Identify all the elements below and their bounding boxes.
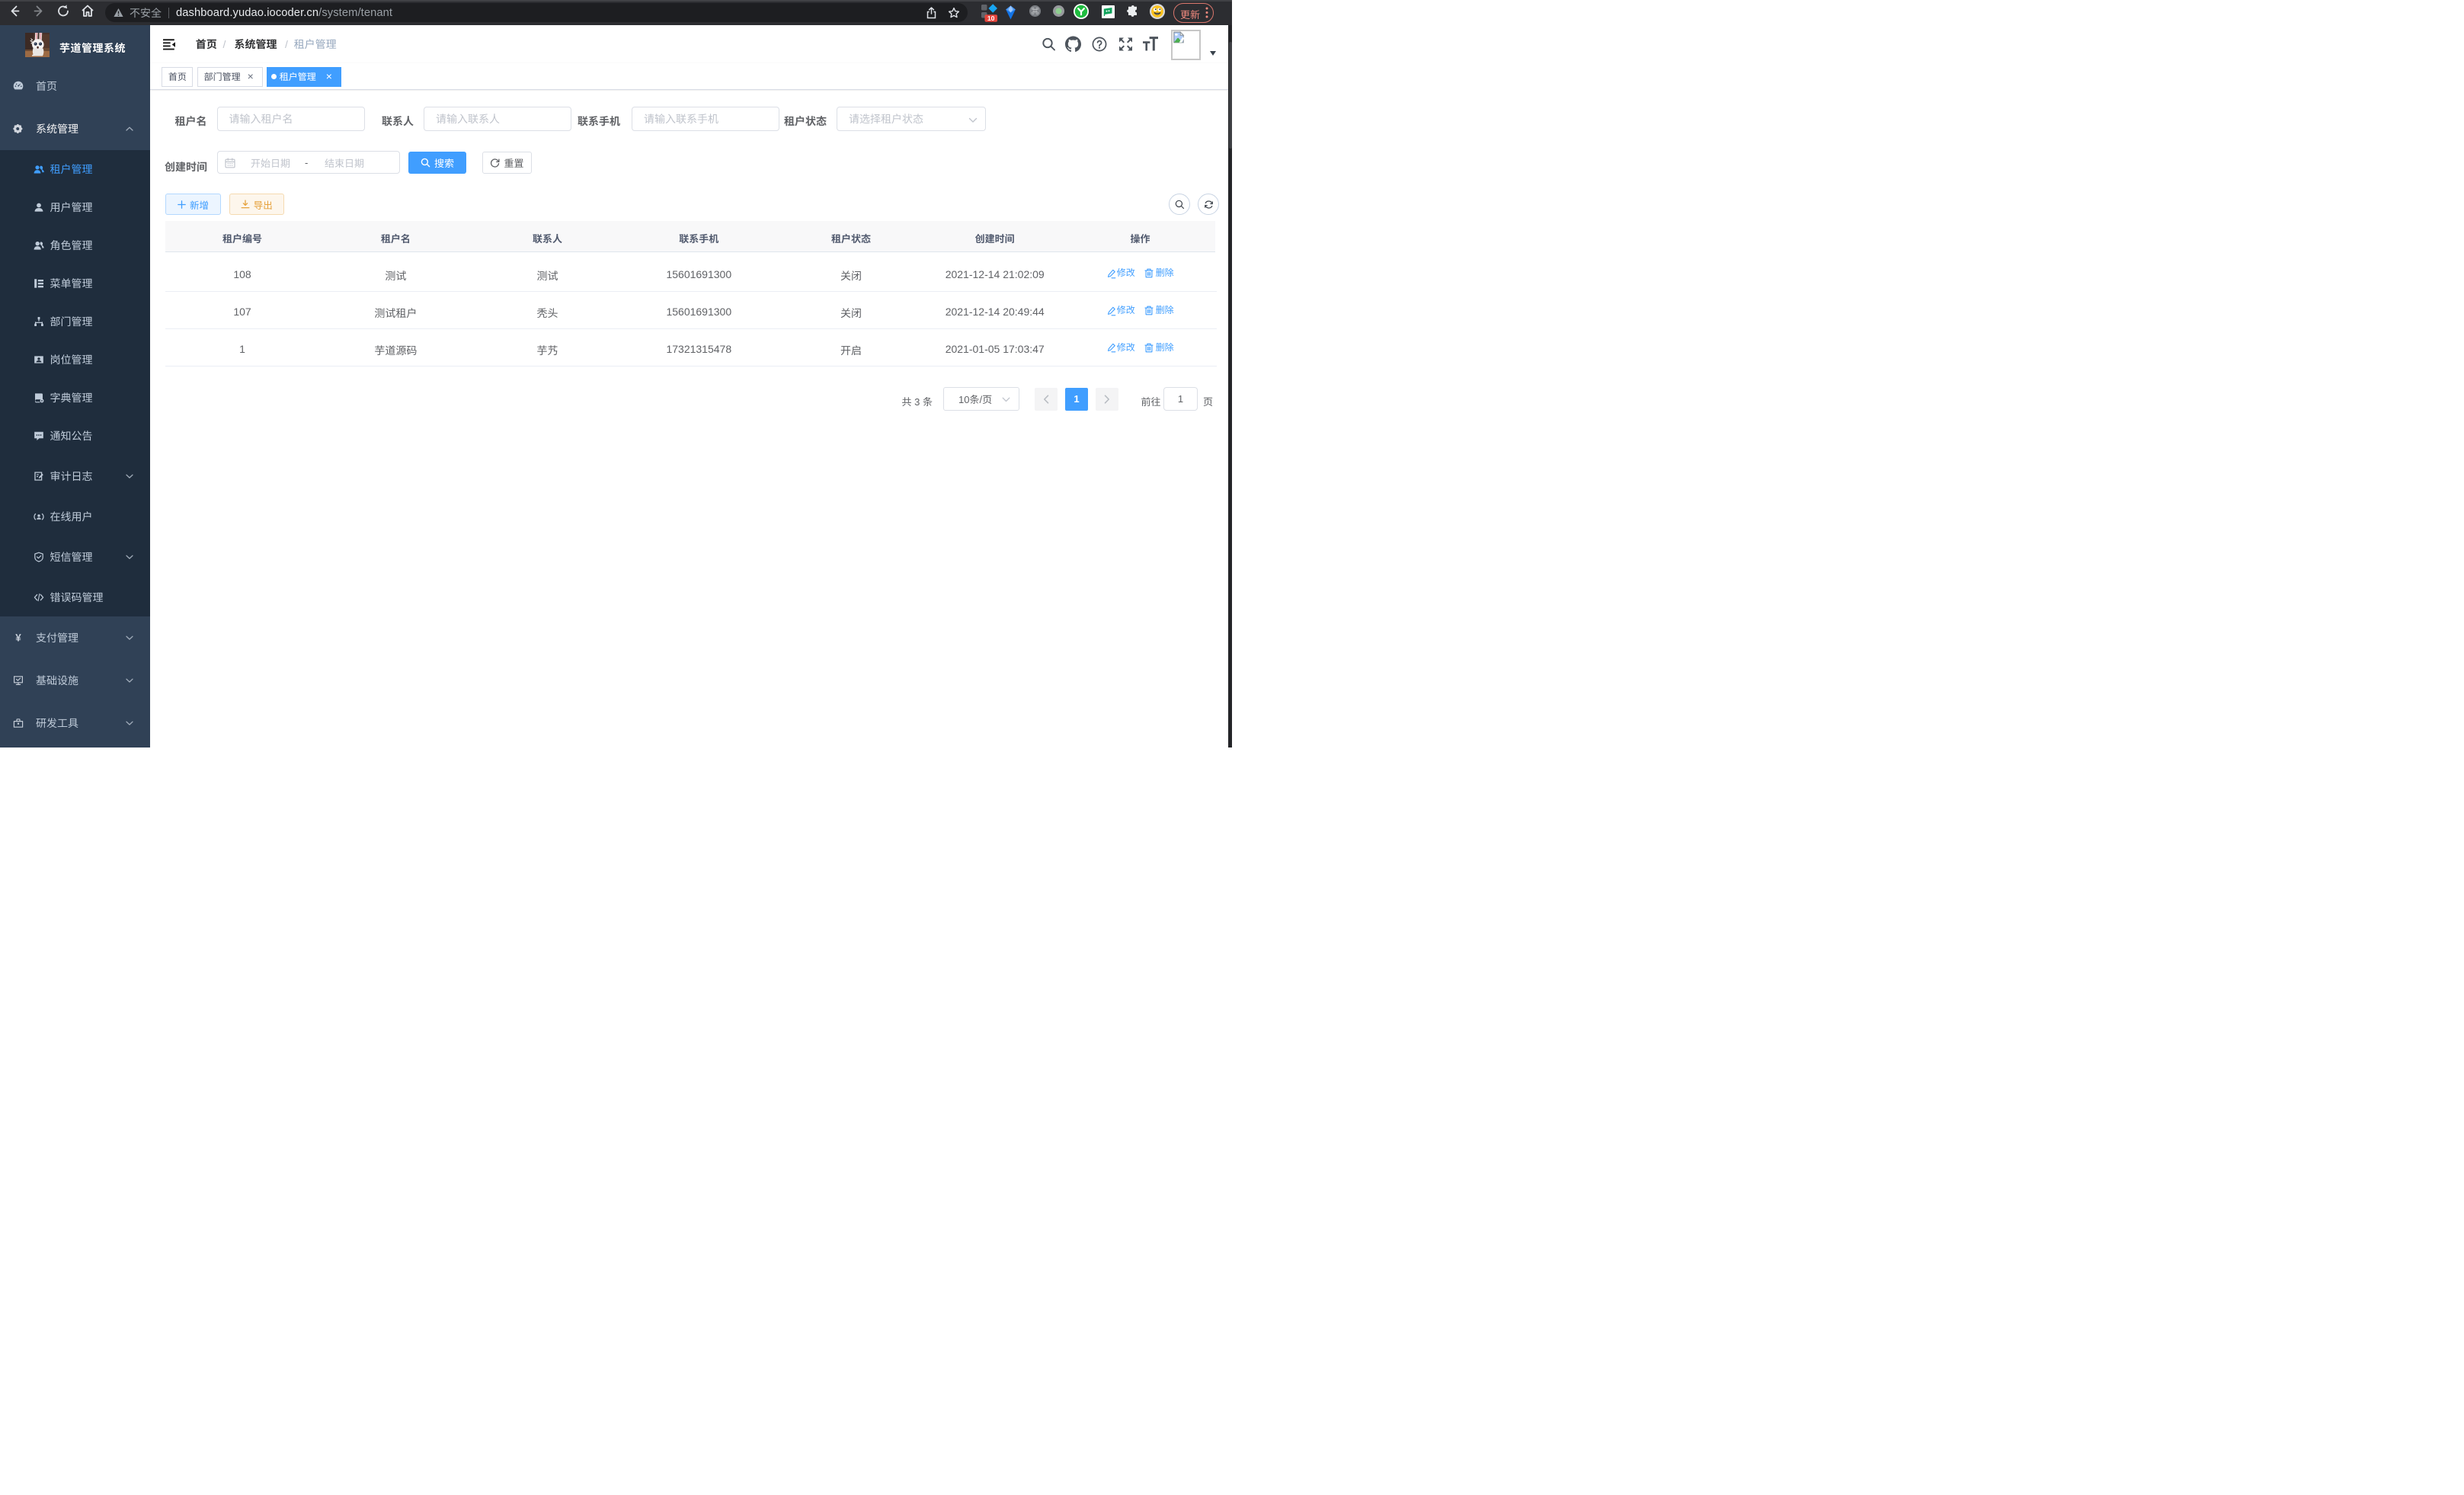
svg-text:¥: ¥ bbox=[15, 632, 21, 643]
svg-text:10: 10 bbox=[987, 14, 995, 22]
svg-text:⌘: ⌘ bbox=[1032, 8, 1039, 16]
